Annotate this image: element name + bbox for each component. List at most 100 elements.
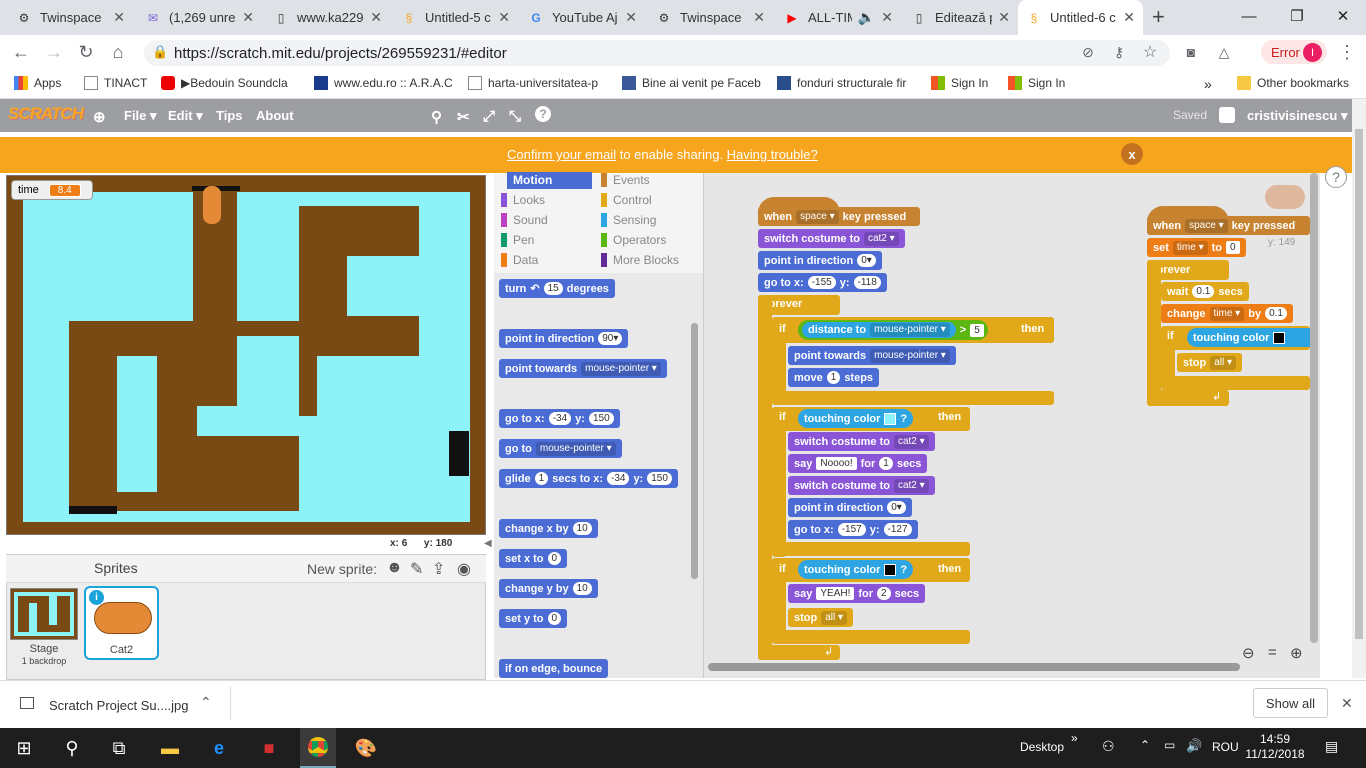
sprite-cat2[interactable]: i Cat2 <box>84 586 159 660</box>
delete-icon[interactable]: ✂ <box>457 108 470 126</box>
category-sound[interactable]: Sound <box>501 212 548 228</box>
block-point-towards[interactable]: point towards mouse-pointer ▾ <box>499 359 667 378</box>
block-when-key-pressed[interactable]: when space ▾ key pressed <box>758 207 920 226</box>
block-stop[interactable]: stop all ▾ <box>1177 353 1243 372</box>
tab-untitled-6[interactable]: § Untitled-6 c ✕ <box>1018 0 1143 35</box>
cat-sprite[interactable] <box>203 186 221 224</box>
blocked-cookie-icon[interactable]: ⊘ <box>1077 41 1099 63</box>
globe-icon[interactable]: ⊕ <box>93 108 106 126</box>
desktop-toolbar[interactable]: Desktop <box>1020 740 1064 754</box>
block-point-direction[interactable]: point in direction 0▾ <box>788 498 912 517</box>
network-icon[interactable]: ▭ <box>1164 738 1175 752</box>
scripts-vertical-scrollbar[interactable] <box>1310 173 1318 643</box>
zoom-out-icon[interactable]: ⊖ <box>1242 644 1255 662</box>
category-control[interactable]: Control <box>601 192 652 208</box>
tab-ka229[interactable]: ▯ www.ka229 ✕ <box>265 0 390 35</box>
block-touching-color[interactable]: touching color? <box>798 409 914 428</box>
category-more-blocks[interactable]: More Blocks <box>601 252 679 268</box>
lock-icon[interactable]: 🔒 <box>152 44 168 60</box>
bookmark-apps[interactable]: Apps <box>14 76 61 90</box>
tab-twinspace-1[interactable]: ⚙ Twinspace ✕ <box>8 0 133 35</box>
collapse-stage-icon[interactable]: ◀ <box>484 538 492 549</box>
help-icon[interactable]: ? <box>535 106 551 122</box>
bookmark-facebook[interactable]: Bine ai venit pe Faceb <box>622 76 761 90</box>
search-icon[interactable]: ⚲ <box>60 728 84 768</box>
drive-icon[interactable]: △ <box>1213 41 1235 63</box>
block-glide[interactable]: glide 1 secs to x: -34 y: 150 <box>499 469 678 488</box>
file-explorer-icon[interactable]: ▬ <box>157 728 183 768</box>
duplicate-icon[interactable]: ⚲ <box>431 108 442 126</box>
menu-file[interactable]: File ▾ <box>124 108 157 124</box>
other-bookmarks[interactable]: Other bookmarks <box>1237 76 1349 90</box>
menu-edit[interactable]: Edit ▾ <box>168 108 203 124</box>
stage-thumbnail[interactable] <box>10 588 78 640</box>
block-point-direction[interactable]: point in direction 0▾ <box>758 251 882 270</box>
category-motion[interactable]: Motion <box>507 172 592 189</box>
close-tab-icon[interactable]: ✕ <box>498 9 510 26</box>
palette-scrollbar[interactable] <box>691 323 698 579</box>
close-tab-icon[interactable]: ✕ <box>998 9 1010 26</box>
toolbar-more-icon[interactable]: » <box>1071 731 1078 745</box>
block-goto-target[interactable]: go to mouse-pointer ▾ <box>499 439 622 458</box>
category-sensing[interactable]: Sensing <box>601 212 656 228</box>
banner-close-button[interactable]: x <box>1121 143 1143 165</box>
block-switch-costume[interactable]: switch costume to cat2 ▾ <box>758 229 905 248</box>
bookmark-tinact[interactable]: TINACT <box>84 76 147 90</box>
task-view-icon[interactable]: ⧉ <box>106 728 132 768</box>
block-greater-than[interactable]: distance to mouse-pointer ▾ >5 <box>798 320 988 340</box>
block-goto-xy[interactable]: go to x: -157 y: -127 <box>788 520 918 539</box>
block-set-variable[interactable]: set time ▾ to 0 <box>1147 238 1246 257</box>
star-icon[interactable]: ☆ <box>1139 41 1161 63</box>
having-trouble-link[interactable]: Having trouble? <box>727 147 818 162</box>
scratch-logo[interactable]: SCRATCH <box>8 104 84 124</box>
bookmark-edu[interactable]: www.edu.ro :: A.R.A.C <box>314 76 453 90</box>
mystuff-icon[interactable] <box>1219 107 1235 123</box>
windows-start-icon[interactable]: ⊞ <box>10 728 38 768</box>
time-variable-monitor[interactable]: time 8.4 <box>11 180 93 200</box>
notifications-icon[interactable]: ▤ <box>1325 738 1338 755</box>
tab-youtube[interactable]: G YouTube Aj ✕ <box>520 0 645 35</box>
stage[interactable] <box>6 175 486 535</box>
category-operators[interactable]: Operators <box>601 232 666 248</box>
close-tab-icon[interactable]: ✕ <box>881 9 893 26</box>
tray-chevron-icon[interactable]: ⌃ <box>1140 738 1150 752</box>
block-touching-color[interactable]: touching color? <box>798 560 914 579</box>
category-events[interactable]: Events <box>601 172 650 188</box>
people-icon[interactable]: ⚇ <box>1102 738 1115 755</box>
bookmark-bedouin[interactable]: ▶ Bedouin Soundcla <box>161 76 288 90</box>
block-say-for[interactable]: say YEAH! for 2 secs <box>788 584 926 603</box>
block-bounce[interactable]: if on edge, bounce <box>499 659 609 678</box>
block-touching-color[interactable]: touching color <box>1187 328 1310 347</box>
block-wait[interactable]: wait 0.1 secs <box>1161 282 1249 301</box>
block-change-x[interactable]: change x by 10 <box>499 519 598 538</box>
block-goto-xy[interactable]: go to x: -34 y: 150 <box>499 409 620 428</box>
tab-mail[interactable]: ✉ (1,269 unre ✕ <box>137 0 262 35</box>
edge-icon[interactable]: e <box>206 728 232 768</box>
category-pen[interactable]: Pen <box>501 232 534 248</box>
shrink-icon[interactable]: ⤡ <box>509 108 521 125</box>
camera-icon[interactable]: ◉ <box>457 559 471 579</box>
block-stop[interactable]: stop all ▾ <box>788 608 854 627</box>
category-data[interactable]: Data <box>501 252 538 268</box>
close-tab-icon[interactable]: ✕ <box>625 9 637 26</box>
choose-sprite-icon[interactable]: ☻ <box>386 559 403 577</box>
close-tab-icon[interactable]: ✕ <box>370 9 382 26</box>
menu-about[interactable]: About <box>256 108 294 123</box>
tab-twinspace-2[interactable]: ⚙ Twinspace ✕ <box>648 0 773 35</box>
block-set-x[interactable]: set x to 0 <box>499 549 568 568</box>
show-all-button[interactable]: Show all <box>1253 688 1328 718</box>
block-point-towards[interactable]: point towards mouse-pointer ▾ <box>788 346 956 365</box>
bookmark-signin-1[interactable]: Sign In <box>931 76 988 90</box>
restore-icon[interactable]: ❐ <box>1274 0 1320 32</box>
home-icon[interactable]: ⌂ <box>107 41 129 63</box>
tab-alltime[interactable]: ▶ALL-TIM🔈✕ <box>776 0 901 35</box>
new-tab-icon[interactable]: + <box>1152 4 1165 30</box>
menu-icon[interactable]: ⋮ <box>1336 41 1358 63</box>
bookmark-fonduri[interactable]: fonduri structurale fir <box>777 76 906 90</box>
download-item[interactable]: Scratch Project Su....jpg <box>49 698 188 713</box>
close-download-bar-icon[interactable]: ✕ <box>1341 695 1353 712</box>
block-goto-xy[interactable]: go to x: -155 y: -118 <box>758 273 887 292</box>
language-indicator[interactable]: ROU <box>1212 740 1239 754</box>
key-icon[interactable]: ⚷ <box>1108 41 1130 63</box>
paint-icon[interactable]: 🎨 <box>352 728 380 768</box>
